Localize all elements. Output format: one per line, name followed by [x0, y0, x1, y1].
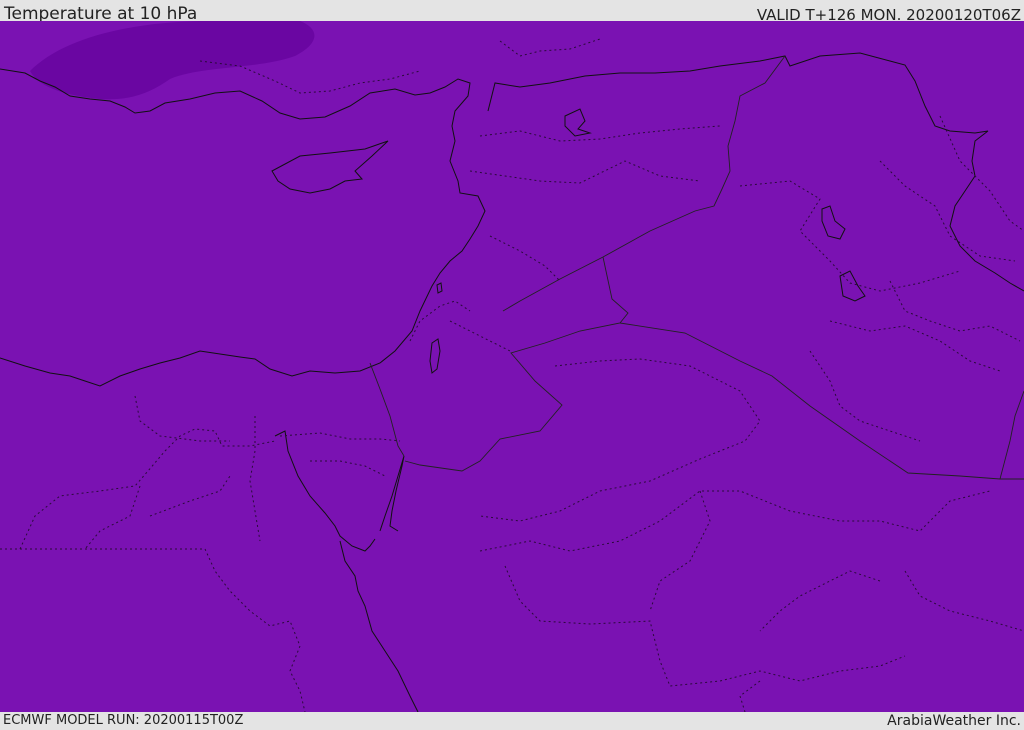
temperature-field: [0, 21, 1024, 712]
credit-label: ArabiaWeather Inc.: [887, 713, 1021, 729]
footer-bar: ECMWF MODEL RUN: 20200115T00Z ArabiaWeat…: [0, 712, 1024, 729]
temperature-map: [0, 21, 1024, 712]
header-bar: Temperature at 10 hPa VALID T+126 MON. 2…: [0, 0, 1024, 24]
model-run-label: ECMWF MODEL RUN: 20200115T00Z: [3, 713, 244, 728]
map-canvas: [0, 21, 1024, 712]
